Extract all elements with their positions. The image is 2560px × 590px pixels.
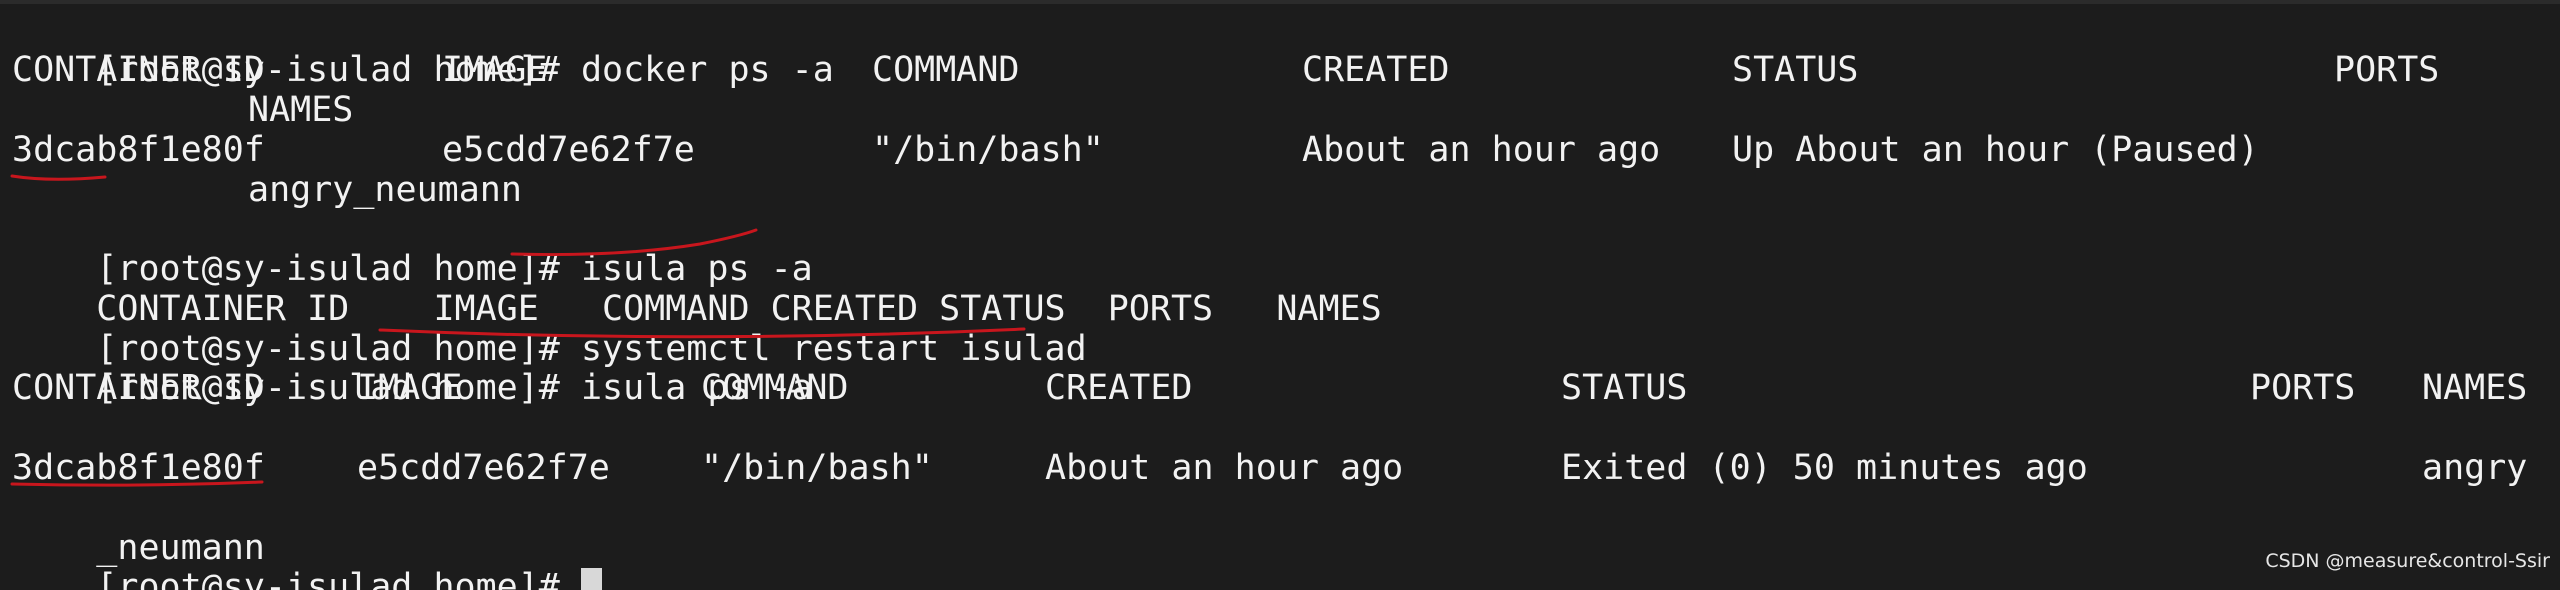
terminal-window[interactable]: [root@sy-isulad home]# docker ps -a CONT… [0, 0, 2560, 590]
underline-isula-container-id [10, 480, 264, 487]
red-annotation-overlay [10, 174, 1026, 487]
underline-docker-container-id [10, 174, 107, 181]
underline-systemctl-command [378, 327, 1026, 339]
underline-isula-ps-command [510, 228, 758, 257]
csdn-watermark: CSDN @measure&control-Ssir [2265, 550, 2550, 573]
